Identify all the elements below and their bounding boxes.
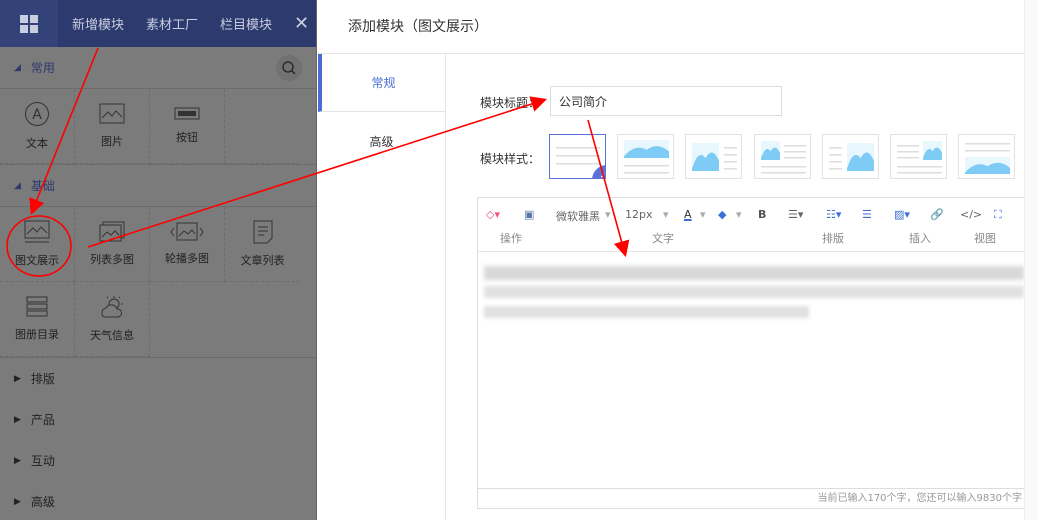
text-icon: A (25, 102, 49, 126)
module-image-text[interactable]: 图文展示 (0, 207, 75, 282)
font-color-icon[interactable]: A (684, 208, 692, 221)
group-text[interactable]: 文字 (652, 230, 674, 246)
module-article-list[interactable]: 文章列表 (225, 207, 300, 282)
tab-add-module[interactable]: 新增模块 (72, 14, 124, 33)
module-image[interactable]: 图片 (75, 89, 150, 164)
svg-text:✓: ✓ (600, 172, 606, 179)
section-label: 基础 (30, 179, 55, 193)
style-option-5[interactable] (821, 134, 879, 179)
triangle-right-icon: ▶ (14, 373, 21, 384)
module-label: 图片 (101, 135, 123, 148)
char-count: 当前已输入170个字，您还可以输入9830个字 (478, 488, 1024, 508)
insert-image-icon[interactable]: ▨▾ (894, 208, 910, 221)
grid-icon[interactable] (0, 0, 58, 47)
multi-image-icon (99, 221, 125, 242)
style-option-7[interactable] (958, 134, 1016, 179)
group-insert[interactable]: 插入 (909, 230, 931, 246)
indent-icon[interactable]: ☰ (862, 208, 872, 221)
tab-material[interactable]: 素材工厂 (146, 14, 198, 33)
font-size-select[interactable]: 12px (625, 208, 653, 221)
image-text-icon (24, 220, 50, 243)
style-option-4[interactable] (753, 134, 811, 179)
style-option-1[interactable]: ✓ (549, 134, 606, 179)
module-title-input[interactable] (550, 86, 782, 116)
module-album[interactable]: 图册目录 (0, 282, 75, 357)
style-option-2[interactable] (617, 134, 675, 179)
close-icon[interactable]: ✕ (294, 13, 309, 34)
section-advanced[interactable]: ▶ 高级 (0, 481, 316, 522)
module-label: 天气信息 (90, 329, 134, 342)
module-label: 图册目录 (15, 328, 59, 341)
group-operation[interactable]: 操作 (500, 230, 522, 246)
search-icon[interactable] (276, 54, 302, 81)
group-layout[interactable]: 排版 (822, 230, 844, 246)
album-icon (26, 296, 48, 317)
module-label: 轮播多图 (165, 252, 209, 265)
module-label: 文本 (26, 137, 48, 150)
triangle-right-icon: ▶ (14, 496, 21, 507)
button-icon (174, 107, 200, 120)
article-icon (253, 220, 272, 244)
tab-general[interactable]: 常规 (318, 54, 445, 112)
title-label: 模块标题： (480, 96, 541, 110)
word-icon[interactable]: ▣ (524, 208, 534, 221)
carousel-icon (170, 222, 204, 241)
style-option-6[interactable] (890, 134, 947, 179)
link-icon[interactable]: 🔗 (930, 208, 944, 221)
image-icon (99, 103, 125, 124)
triangle-icon: ◢ (14, 62, 21, 73)
bold-icon[interactable]: B (758, 208, 766, 221)
group-view[interactable]: 视图 (974, 230, 996, 246)
highlight-icon[interactable]: ◆ (718, 208, 726, 221)
align-icon[interactable]: ☰▾ (788, 208, 803, 221)
triangle-right-icon: ▶ (14, 455, 21, 466)
style-option-3[interactable] (685, 134, 743, 179)
section-common[interactable]: ◢ 常用 (0, 47, 316, 89)
triangle-icon: ◢ (14, 180, 21, 191)
rich-text-editor[interactable]: ◇▾ ▣ 微软雅黑 ▾ 12px ▾ A ▾ ◆ ▾ B ☰▾ ☷▾ ☰ ▨▾ 🔗 </… (477, 197, 1025, 509)
module-label: 按钮 (176, 131, 198, 144)
tab-column-module[interactable]: 栏目模块 (220, 14, 272, 33)
section-label: 常用 (30, 61, 55, 75)
section-label: 高级 (30, 495, 55, 509)
panel-header: 新增模块 素材工厂 栏目模块 ✕ (0, 0, 316, 47)
editor-toolbar: ◇▾ ▣ 微软雅黑 ▾ 12px ▾ A ▾ ◆ ▾ B ☰▾ ☷▾ ☰ ▨▾ 🔗 </… (478, 198, 1024, 252)
module-label: 列表多图 (90, 253, 134, 266)
scrollbar[interactable] (1024, 0, 1038, 520)
section-label: 排版 (30, 372, 55, 386)
section-basic[interactable]: ◢ 基础 (0, 165, 316, 207)
section-layout[interactable]: ▶ 排版 (0, 358, 316, 399)
weather-icon (101, 296, 123, 318)
add-module-dialog: 添加模块（图文展示） 常规 高级 模块标题： 模块样式： ✓ ◇▾ ▣ 微软雅黑… (318, 0, 1038, 520)
list-icon[interactable]: ☷▾ (826, 208, 841, 221)
module-label: 文章列表 (240, 254, 285, 267)
section-interaction[interactable]: ▶ 互动 (0, 440, 316, 481)
module-label: 图文展示 (15, 254, 59, 267)
tab-advanced[interactable]: 高级 (318, 112, 445, 170)
section-product[interactable]: ▶ 产品 (0, 399, 316, 440)
module-carousel[interactable]: 轮播多图 (150, 207, 225, 282)
triangle-right-icon: ▶ (14, 414, 21, 425)
module-text[interactable]: A 文本 (0, 89, 75, 164)
module-panel: 新增模块 素材工厂 栏目模块 ✕ ◢ 常用 A 文本 图片 按钮 ◢ 基础 图文展示 … (0, 0, 317, 520)
fullscreen-icon[interactable]: ⛶ (994, 208, 1002, 222)
svg-text:A: A (32, 107, 42, 123)
empty-cell (225, 89, 300, 164)
section-label: 互动 (30, 454, 55, 468)
font-select[interactable]: 微软雅黑 (556, 208, 600, 224)
module-button[interactable]: 按钮 (150, 89, 225, 164)
code-icon[interactable]: </> (960, 208, 982, 221)
module-weather[interactable]: 天气信息 (75, 282, 150, 357)
style-label: 模块样式： (480, 152, 541, 166)
dialog-title: 添加模块（图文展示） (348, 19, 488, 35)
eraser-icon[interactable]: ◇▾ (486, 208, 500, 221)
module-list-images[interactable]: 列表多图 (75, 207, 150, 282)
section-label: 产品 (30, 413, 55, 427)
